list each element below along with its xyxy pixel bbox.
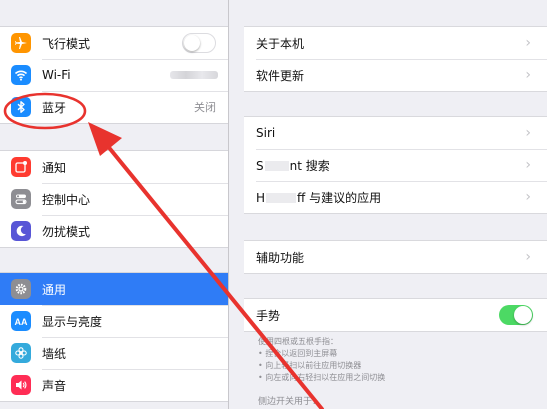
- about-row[interactable]: 关于本机 ›: [244, 27, 547, 59]
- accessibility-row[interactable]: 辅助功能 ›: [244, 241, 547, 273]
- sidebar-item-notifications[interactable]: 通知: [0, 151, 228, 183]
- sidebar-item-label: 飞行模式: [42, 36, 91, 51]
- svg-text:AA: AA: [15, 317, 28, 327]
- about-label: 关于本机: [256, 36, 305, 51]
- chevron-right-icon: ›: [525, 249, 531, 265]
- handoff-label: Hff 与建议的应用: [256, 190, 382, 205]
- detail-group-siri: Siri › Snt 搜索 › Hff 与建议的应用 ›: [244, 116, 547, 214]
- spotlight-search-row[interactable]: Snt 搜索 ›: [244, 149, 547, 181]
- sidebar-item-label: 墙纸: [42, 346, 67, 361]
- moon-icon: [11, 221, 31, 241]
- gear-icon: [11, 279, 31, 299]
- software-update-label: 软件更新: [256, 68, 305, 83]
- chevron-right-icon: ›: [525, 125, 531, 141]
- gesture-note-line: • 向上轻扫以前往应用切换器: [258, 361, 362, 370]
- sidebar-item-label: 声音: [42, 378, 67, 393]
- notifications-icon: [11, 157, 31, 177]
- chevron-right-icon: ›: [525, 157, 531, 173]
- sidebar-item-label: 控制中心: [42, 192, 91, 207]
- gesture-note-line: 使用四根或五根手指：: [258, 337, 338, 346]
- detail-group-about: 关于本机 › 软件更新 ›: [244, 26, 547, 92]
- sidebar-item-wallpaper[interactable]: 墙纸: [0, 337, 228, 369]
- airplane-mode-toggle[interactable]: [182, 33, 216, 53]
- spotlight-search-label: Snt 搜索: [256, 158, 330, 173]
- sidebar-item-sounds[interactable]: 声音: [0, 369, 228, 401]
- sidebar-item-general[interactable]: 通用: [0, 273, 228, 305]
- sidebar-group-system: 通知 控制中心 勿扰模式: [0, 150, 228, 248]
- bluetooth-icon: [11, 97, 31, 117]
- sidebar-item-wifi[interactable]: Wi-Fi: [0, 59, 228, 91]
- gestures-label: 手势: [256, 308, 281, 323]
- settings-sidebar: 飞行模式 Wi-Fi 蓝牙 关闭 通知 控制中心 勿扰模式 通用 AA 显示与亮…: [0, 0, 229, 409]
- bluetooth-status-value: 关闭: [194, 101, 216, 114]
- text-size-icon: AA: [11, 311, 31, 331]
- general-settings-pane: 关于本机 › 软件更新 › Siri › Snt 搜索 › Hff 与建议的应用…: [230, 0, 547, 409]
- sidebar-item-label: 显示与亮度: [42, 314, 103, 329]
- sidebar-item-label: 通知: [42, 160, 67, 175]
- detail-group-gestures: 手势: [244, 298, 547, 332]
- software-update-row[interactable]: 软件更新 ›: [244, 59, 547, 91]
- gesture-notes: 使用四根或五根手指： • 捏合以返回到主屏幕 • 向上轻扫以前往应用切换器 • …: [258, 336, 385, 384]
- accessibility-label: 辅助功能: [256, 250, 305, 265]
- speaker-icon: [11, 375, 31, 395]
- chevron-right-icon: ›: [525, 67, 531, 83]
- gesture-note-line: • 向左或向右轻扫以在应用之间切换: [258, 373, 386, 382]
- sidebar-item-label: 勿扰模式: [42, 224, 91, 239]
- flower-icon: [11, 343, 31, 363]
- sidebar-item-label: Wi-Fi: [42, 68, 71, 82]
- sidebar-group-general: 通用 AA 显示与亮度 墙纸 声音: [0, 272, 228, 402]
- detail-group-accessibility: 辅助功能 ›: [244, 240, 547, 274]
- sidebar-item-do-not-disturb[interactable]: 勿扰模式: [0, 215, 228, 247]
- sidebar-item-label: 通用: [42, 282, 67, 297]
- multitasking-gestures-row[interactable]: 手势: [244, 299, 547, 331]
- sidebar-item-bluetooth[interactable]: 蓝牙 关闭: [0, 91, 228, 123]
- chevron-right-icon: ›: [525, 35, 531, 51]
- siri-row[interactable]: Siri ›: [244, 117, 547, 149]
- sidebar-group-connectivity: 飞行模式 Wi-Fi 蓝牙 关闭: [0, 26, 228, 124]
- gesture-note-line: • 捏合以返回到主屏幕: [258, 349, 338, 358]
- airplane-icon: [11, 33, 31, 53]
- siri-label: Siri: [256, 126, 276, 140]
- sidebar-item-control-center[interactable]: 控制中心: [0, 183, 228, 215]
- side-switch-header: 侧边开关用于：: [258, 397, 322, 407]
- sidebar-item-display-brightness[interactable]: AA 显示与亮度: [0, 305, 228, 337]
- chevron-right-icon: ›: [525, 189, 531, 205]
- handoff-row[interactable]: Hff 与建议的应用 ›: [244, 181, 547, 213]
- wifi-icon: [11, 65, 31, 85]
- gestures-toggle[interactable]: [499, 305, 533, 325]
- control-center-icon: [11, 189, 31, 209]
- sidebar-item-label: 蓝牙: [42, 100, 67, 115]
- wifi-network-name-redacted: [170, 71, 218, 79]
- sidebar-item-airplane-mode[interactable]: 飞行模式: [0, 27, 228, 59]
